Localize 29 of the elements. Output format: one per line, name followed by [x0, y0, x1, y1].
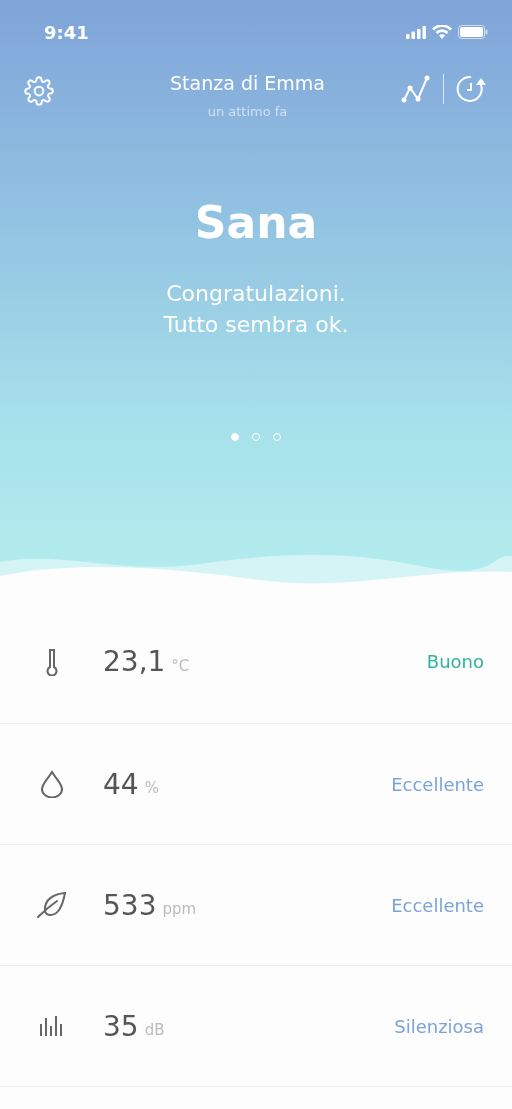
status-message: Tutto sembra ok.: [163, 311, 349, 339]
history-icon[interactable]: [456, 74, 488, 104]
reading-value: 533: [103, 888, 157, 922]
leaf-icon: [35, 891, 68, 919]
page-dot[interactable]: [231, 433, 239, 441]
reading-value: 23,1: [103, 645, 166, 678]
reading-rating: Buono: [426, 651, 484, 672]
reading-unit: ppm: [162, 900, 197, 918]
sound-level-icon: [38, 1014, 65, 1038]
reading-value: 44: [103, 767, 139, 801]
reading-unit: %: [144, 779, 159, 797]
settings-icon[interactable]: [24, 76, 54, 106]
water-drop-icon: [39, 770, 64, 798]
line-chart-icon[interactable]: [401, 74, 431, 104]
reading-unit: °C: [171, 656, 190, 675]
reading-unit: dB: [144, 1021, 165, 1039]
room-title: Stanza di Emma: [170, 72, 325, 94]
reading-value: 35: [103, 1009, 139, 1043]
status-time: 9:41: [44, 21, 89, 43]
thermometer-icon: [44, 647, 59, 676]
air-status: Sana: [194, 197, 318, 248]
reading-rating: Silenziosa: [394, 1015, 484, 1037]
signal-icon: [406, 25, 426, 39]
status-message: Congratulazioni.: [165, 280, 347, 308]
wifi-icon: [432, 25, 452, 39]
reading-rating: Eccellente: [391, 773, 484, 795]
reading-rating: Eccellente: [391, 894, 484, 916]
last-updated: un attimo fa: [207, 104, 288, 119]
battery-icon: [458, 25, 488, 39]
